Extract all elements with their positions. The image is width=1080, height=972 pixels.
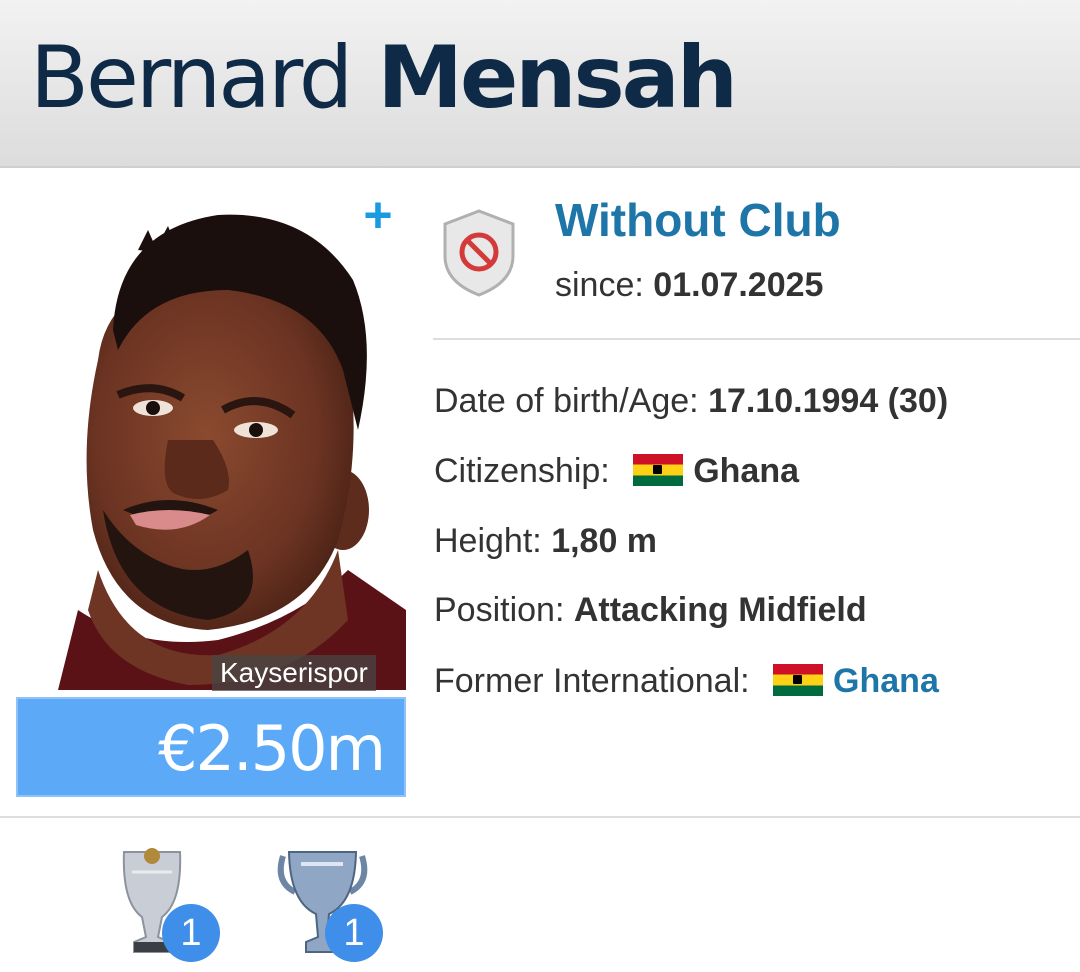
plus-icon[interactable]: + xyxy=(358,190,398,240)
ghana-flag-icon xyxy=(773,664,824,696)
league-trophy[interactable]: 1 xyxy=(112,842,232,972)
divider xyxy=(0,816,1080,818)
dob-row: Date of birth/Age: 17.10.1994 (30) xyxy=(434,378,948,424)
position-label: Position: xyxy=(434,591,565,629)
current-club-link[interactable]: Without Club xyxy=(555,192,841,248)
position-row: Position: Attacking Midfield xyxy=(434,587,867,633)
citizenship-label: Citizenship: xyxy=(434,452,610,490)
divider xyxy=(433,338,1080,340)
player-photo[interactable] xyxy=(18,190,406,690)
market-value-box[interactable]: €2.50m xyxy=(16,697,406,797)
height-label: Height: xyxy=(434,522,542,560)
photo-club-label: Kayserispor xyxy=(212,655,376,691)
page-header: Bernard Mensah xyxy=(0,0,1080,168)
former-international-link[interactable]: Ghana xyxy=(833,662,939,700)
cup-trophy-count: 1 xyxy=(325,904,383,962)
former-international-label: Former International: xyxy=(434,662,750,700)
league-trophy-count: 1 xyxy=(162,904,220,962)
former-international-row: Former International: Ghana xyxy=(434,658,939,704)
no-club-crest-icon xyxy=(443,209,515,297)
height-value: 1,80 m xyxy=(551,522,658,560)
since-row: since: 01.07.2025 xyxy=(555,262,823,308)
ghana-flag-icon xyxy=(633,454,684,486)
height-row: Height: 1,80 m xyxy=(434,518,657,564)
citizenship-row: Citizenship: Ghana xyxy=(434,448,799,494)
player-last-name: Mensah xyxy=(377,28,738,128)
position-value: Attacking Midfield xyxy=(573,591,867,629)
since-label: since: xyxy=(555,266,644,304)
player-first-name: Bernard xyxy=(30,28,353,128)
player-name: Bernard Mensah xyxy=(30,18,738,138)
citizenship-value: Ghana xyxy=(693,452,800,490)
since-value: 01.07.2025 xyxy=(653,266,824,304)
dob-label: Date of birth/Age: xyxy=(434,382,699,420)
player-portrait-image xyxy=(58,214,406,690)
dob-value: 17.10.1994 (30) xyxy=(708,382,949,420)
cup-trophy[interactable]: 1 xyxy=(275,842,395,972)
